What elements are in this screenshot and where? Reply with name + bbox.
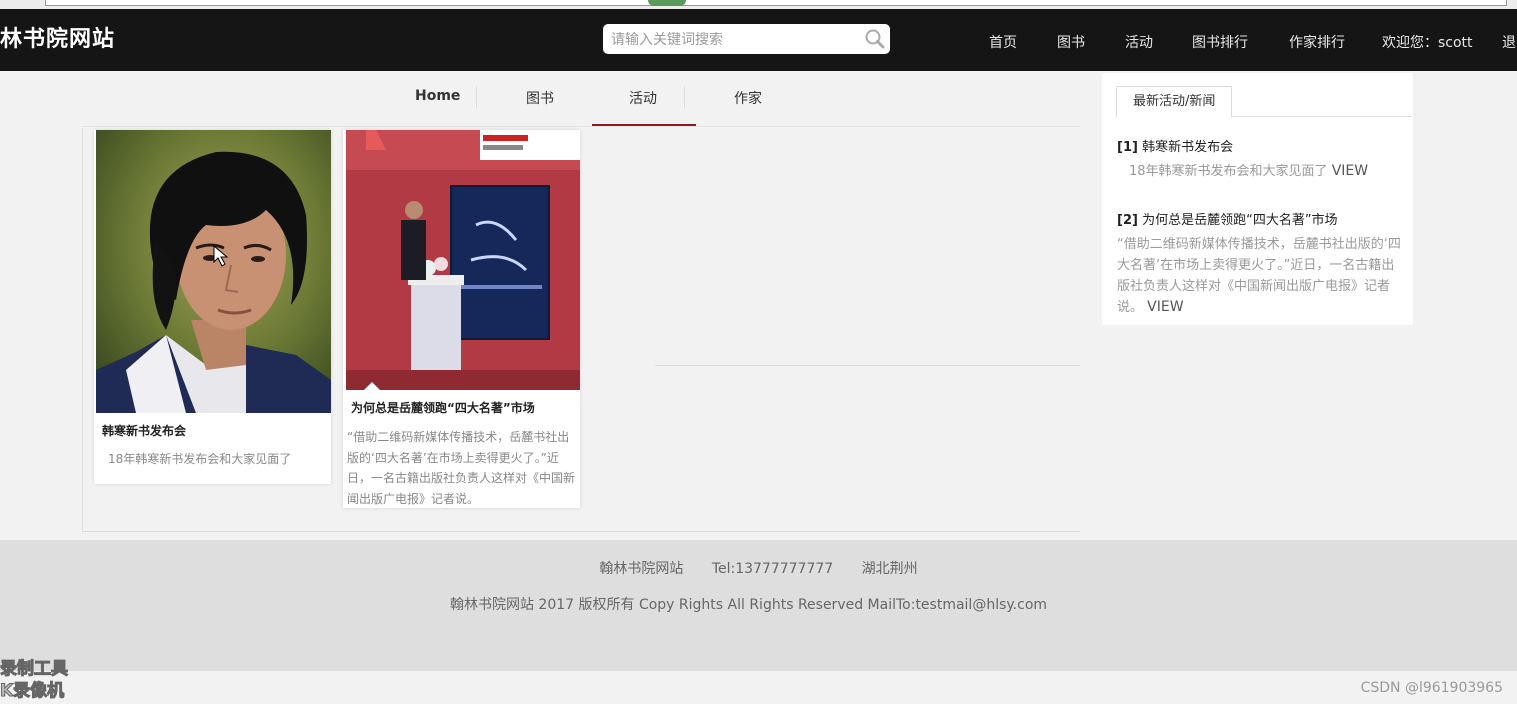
content-divider xyxy=(655,365,1080,366)
recorder-line: K录像机 xyxy=(0,681,65,702)
search-input[interactable] xyxy=(609,27,863,53)
recorder-knob xyxy=(648,0,686,6)
card-pointer xyxy=(363,382,381,391)
card-title[interactable]: 韩寒新书发布会 xyxy=(102,422,186,439)
scroll-track xyxy=(45,0,1507,6)
welcome-user[interactable]: 欢迎您：scott xyxy=(1382,32,1473,52)
activity-card[interactable]: 为何总是岳麓领跑“四大名著”市场 “借助二维码新媒体传播技术，岳麓书社出版的‘四… xyxy=(343,130,580,508)
logout-link[interactable]: 退 xyxy=(1502,32,1516,52)
news-title[interactable]: 韩寒新书发布会 xyxy=(1142,140,1233,155)
search-icon[interactable] xyxy=(864,28,886,50)
nav-book-ranking[interactable]: 图书排行 xyxy=(1192,32,1248,52)
card-description: “借助二维码新媒体传播技术，岳麓书社出版的‘四大名著’在市场上卖得更火了。”近日… xyxy=(347,430,575,506)
view-link[interactable]: VIEW xyxy=(1147,299,1183,315)
footer-site-name: 翰林书院网站 xyxy=(599,561,684,577)
card-image-event[interactable] xyxy=(346,130,580,390)
site-brand[interactable]: 林书院网站 xyxy=(0,21,115,53)
news-index: [1] xyxy=(1117,140,1138,155)
tab-authors[interactable]: 作家 xyxy=(734,88,762,108)
news-description: 18年韩寒新书发布会和大家见面了 xyxy=(1129,164,1328,179)
news-item: [1] 韩寒新书发布会 18年韩寒新书发布会和大家见面了 VIEW xyxy=(1117,136,1402,182)
card-description: 18年韩寒新书发布会和大家见面了 xyxy=(108,452,292,466)
footer-info: 翰林书院网站 Tel:13777777777 湖北荆州 xyxy=(0,558,1517,578)
nav-books[interactable]: 图书 xyxy=(1057,32,1085,52)
search-box xyxy=(603,24,890,54)
tab-activities[interactable]: 活动 xyxy=(629,88,657,108)
news-title[interactable]: 为何总是岳麓领跑“四大名著”市场 xyxy=(1142,213,1337,228)
tab-divider xyxy=(684,86,685,108)
sub-nav: Home 图书 活动 作家 xyxy=(380,72,1080,128)
activity-card[interactable]: 韩寒新书发布会 18年韩寒新书发布会和大家见面了 xyxy=(94,130,331,484)
nav-home[interactable]: 首页 xyxy=(989,32,1017,52)
sidebar-tab-header: 最新活动/新闻 xyxy=(1116,86,1412,118)
news-sidebar: 最新活动/新闻 [1] 韩寒新书发布会 18年韩寒新书发布会和大家见面了 VIE… xyxy=(1102,73,1413,325)
subnav-underline xyxy=(82,126,1080,127)
tab-divider xyxy=(476,86,477,108)
footer-tel: Tel:13777777777 xyxy=(711,561,834,577)
recorder-line: 录制工具 xyxy=(0,659,69,680)
site-header: 林书院网站 首页 图书 活动 图书排行 作家排行 欢迎您：scott 退 xyxy=(0,9,1517,71)
recorder-watermark: 录制工具 K录像机 xyxy=(0,658,69,702)
view-link[interactable]: VIEW xyxy=(1332,163,1368,179)
tab-home[interactable]: Home xyxy=(415,88,460,104)
news-item: [2] 为何总是岳麓领跑“四大名著”市场 “借助二维码新媒体传播技术，岳麓书社出… xyxy=(1117,209,1402,318)
footer-copyright: 翰林书院网站 2017 版权所有 Copy Rights All Rights … xyxy=(449,597,1048,613)
footer-location: 湖北荆州 xyxy=(861,561,918,577)
nav-activities[interactable]: 活动 xyxy=(1125,32,1153,52)
content-bottom-border xyxy=(82,531,1080,532)
nav-author-ranking[interactable]: 作家排行 xyxy=(1289,32,1345,52)
card-title[interactable]: 为何总是岳麓领跑“四大名著”市场 xyxy=(351,399,535,416)
csdn-watermark: CSDN @l961903965 xyxy=(1360,680,1503,696)
news-index: [2] xyxy=(1117,213,1138,228)
card-image-portrait[interactable] xyxy=(96,130,331,413)
browser-top-strip xyxy=(0,0,1517,9)
site-footer: 翰林书院网站 Tel:13777777777 湖北荆州 翰林书院网站 2017 … xyxy=(0,540,1517,671)
tab-books[interactable]: 图书 xyxy=(526,88,554,108)
sidebar-tab[interactable]: 最新活动/新闻 xyxy=(1116,86,1233,118)
